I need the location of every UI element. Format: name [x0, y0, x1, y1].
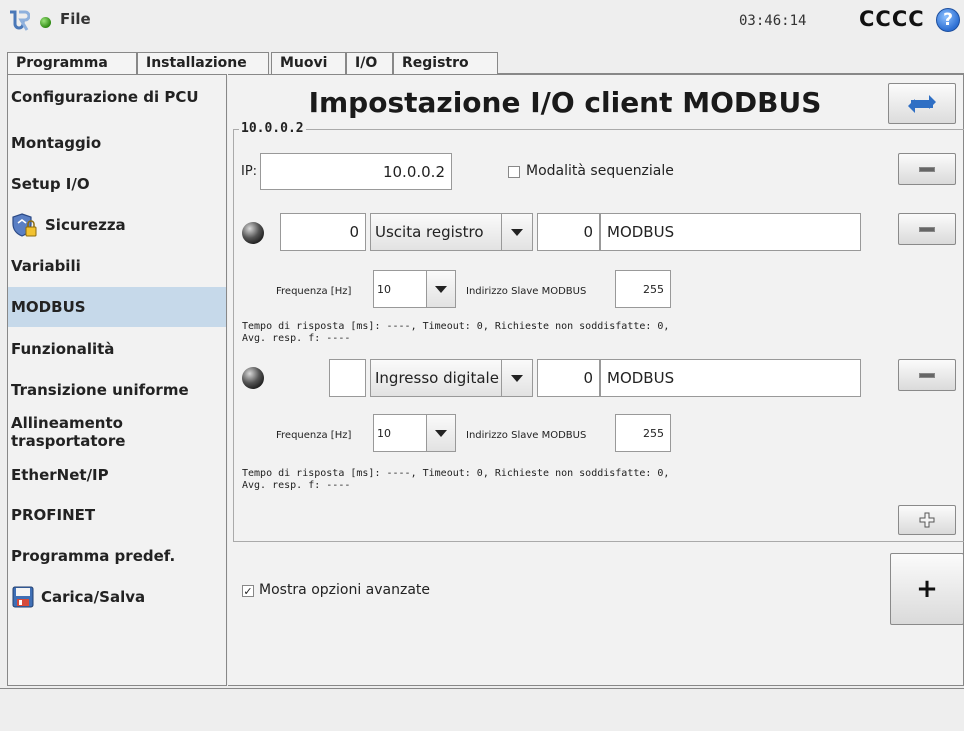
plus-icon: + — [916, 574, 938, 604]
page-title: Impostazione I/O client MODBUS — [308, 86, 822, 119]
remove-signal-button[interactable] — [898, 359, 956, 391]
signal-address-field[interactable] — [329, 359, 366, 397]
robot-status-icon — [40, 17, 51, 28]
sequential-mode-checkbox[interactable] — [508, 166, 520, 178]
client-group-label: 10.0.0.2 — [239, 121, 306, 136]
signal-type-select[interactable]: Ingresso digitale — [370, 359, 533, 397]
sidebar-item-carica-salva[interactable]: Carica/Salva — [8, 577, 226, 617]
remove-signal-button[interactable] — [898, 213, 956, 245]
signal-type-select[interactable]: Uscita registro — [370, 213, 533, 251]
signal-status-icon — [242, 367, 264, 389]
sequential-mode-label: Modalità sequenziale — [526, 163, 674, 179]
frequency-label: Frequenza [Hz] — [276, 286, 352, 297]
sidebar-item-funzionalita[interactable]: Funzionalità — [8, 329, 226, 369]
signal-name-field[interactable]: MODBUS — [600, 359, 861, 397]
status-bar — [0, 688, 964, 731]
chevron-down-icon — [501, 214, 532, 250]
tab-installazione[interactable]: Installazione — [137, 52, 269, 76]
sidebar-item-setup-io[interactable]: Setup I/O — [8, 164, 226, 204]
sidebar-item-montaggio[interactable]: Montaggio — [8, 123, 226, 163]
ip-label: IP: — [241, 164, 258, 179]
minus-icon — [919, 226, 935, 232]
top-bar — [0, 0, 964, 52]
sidebar-item-ethernet-ip[interactable]: EtherNet/IP — [8, 455, 226, 495]
signal-stats-line2: Avg. resp. f: ---- — [242, 333, 351, 344]
tab-programma[interactable]: Programma — [7, 52, 137, 74]
remove-client-button[interactable] — [898, 153, 956, 185]
advanced-options-checkbox[interactable]: ✓ — [242, 585, 254, 597]
minus-icon — [919, 166, 935, 172]
sidebar-item-variabili[interactable]: Variabili — [8, 246, 226, 286]
signal-stats-line2: Avg. resp. f: ---- — [242, 480, 351, 491]
help-icon[interactable]: ? — [936, 8, 960, 32]
signal-address-field[interactable]: 0 — [280, 213, 366, 251]
sidebar-item-transizione-uniforme[interactable]: Transizione uniforme — [8, 370, 226, 410]
sidebar: Configurazione di PCU Montaggio Setup I/… — [7, 74, 227, 686]
sidebar-item-modbus[interactable]: MODBUS — [8, 287, 226, 327]
slave-address-field[interactable]: 255 — [615, 270, 671, 308]
signal-stats-line1: Tempo di risposta [ms]: ----, Timeout: 0… — [242, 321, 670, 332]
tab-registro[interactable]: Registro — [393, 52, 498, 74]
shield-lock-icon — [12, 213, 37, 237]
robot-name: CCCC — [859, 7, 925, 31]
add-signal-button[interactable] — [898, 505, 956, 535]
signal-stats-line1: Tempo di risposta [ms]: ----, Timeout: 0… — [242, 468, 670, 479]
add-client-button[interactable]: + — [890, 553, 964, 625]
frequency-select[interactable]: 10 — [373, 414, 456, 452]
frequency-label: Frequenza [Hz] — [276, 430, 352, 441]
slave-address-label: Indirizzo Slave MODBUS — [466, 430, 587, 441]
advanced-options-label: Mostra opzioni avanzate — [259, 582, 431, 598]
plus-icon — [919, 512, 935, 528]
signal-value-field[interactable]: 0 — [537, 213, 600, 251]
ip-field[interactable]: 10.0.0.2 — [260, 153, 452, 190]
ur-logo-icon — [10, 10, 30, 31]
sidebar-item-allineamento-trasportatore[interactable]: Allineamento trasportatore — [8, 411, 226, 453]
swap-arrows-icon — [908, 95, 936, 113]
slave-address-field[interactable]: 255 — [615, 414, 671, 452]
sidebar-item-sicurezza[interactable]: Sicurezza — [8, 205, 226, 245]
chevron-down-icon — [426, 271, 455, 307]
tab-muovi[interactable]: Muovi — [271, 52, 346, 74]
clock: 03:46:14 — [739, 13, 807, 29]
sidebar-item-configurazione-pcu[interactable]: Configurazione di PCU — [8, 77, 226, 117]
chevron-down-icon — [501, 360, 532, 396]
file-menu[interactable]: File — [60, 10, 91, 28]
floppy-disk-icon — [12, 586, 34, 608]
slave-address-label: Indirizzo Slave MODBUS — [466, 286, 587, 297]
signal-name-field[interactable]: MODBUS — [600, 213, 861, 251]
sidebar-item-programma-predef[interactable]: Programma predef. — [8, 536, 226, 576]
sidebar-item-profinet[interactable]: PROFINET — [8, 495, 226, 535]
chevron-down-icon — [426, 415, 455, 451]
tab-io[interactable]: I/O — [346, 52, 393, 74]
minus-icon — [919, 372, 935, 378]
frequency-select[interactable]: 10 — [373, 270, 456, 308]
swap-button[interactable] — [888, 83, 956, 124]
signal-status-icon — [242, 222, 264, 244]
signal-value-field[interactable]: 0 — [537, 359, 600, 397]
